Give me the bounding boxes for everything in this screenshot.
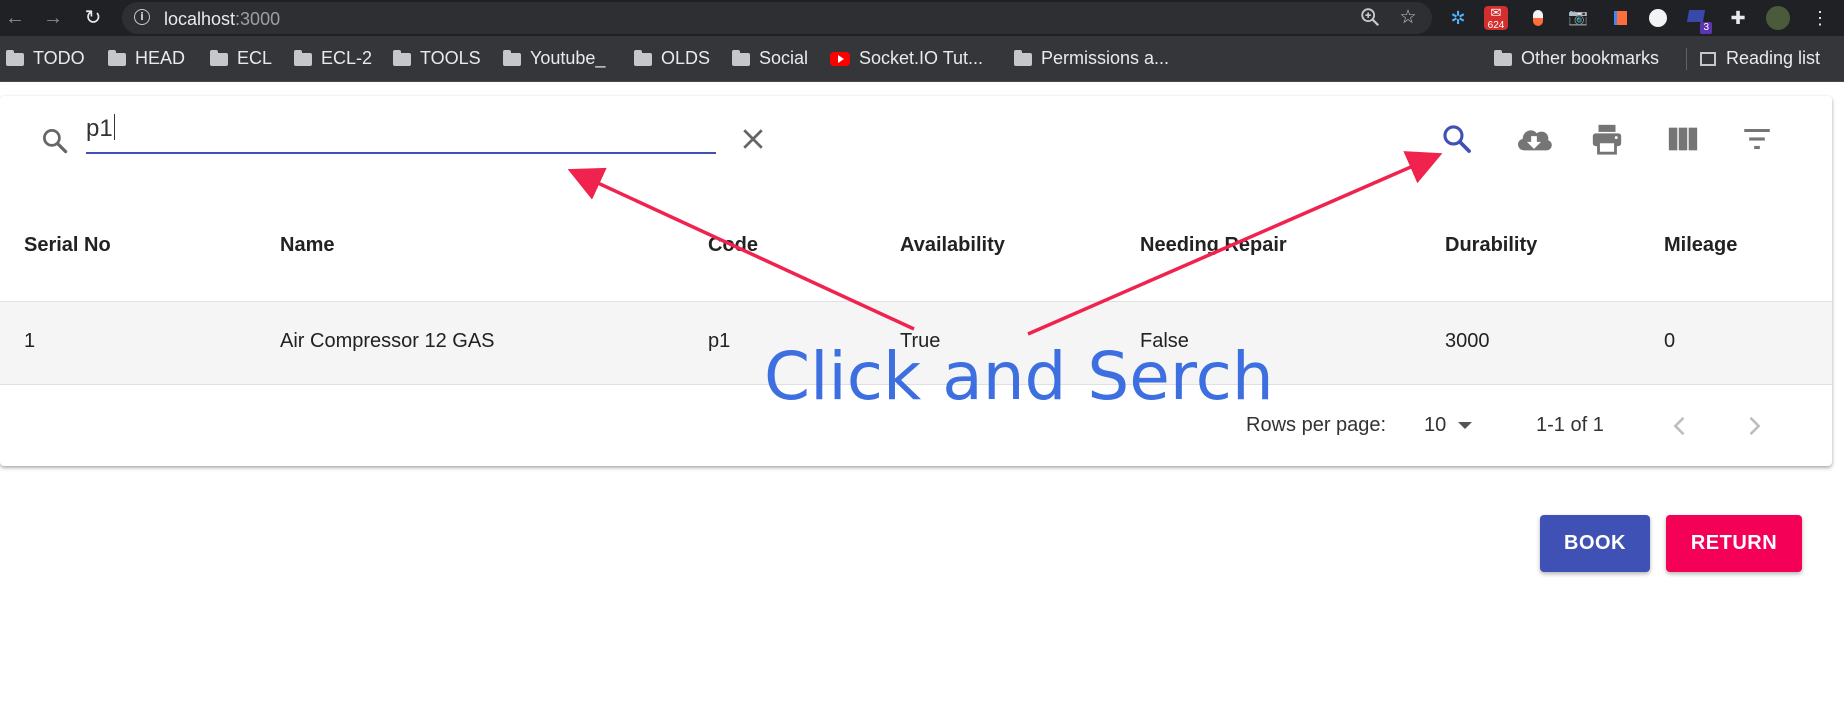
bookmarks-bar: TODO HEAD ECL ECL-2 TOOLS Youtube_ OLDS …: [0, 36, 1844, 82]
reading-list-label: Reading list: [1726, 48, 1821, 68]
bookmark-youtube[interactable]: Youtube_: [503, 48, 605, 70]
screenshot-icon[interactable]: 📷: [1566, 6, 1590, 30]
bookmark-ecl-2[interactable]: ECL-2: [294, 48, 372, 70]
bookmark-label: TOOLS: [420, 48, 481, 68]
reading-list[interactable]: Reading list: [1700, 48, 1820, 70]
zoom-icon[interactable]: [1358, 6, 1382, 30]
folder-icon: [210, 50, 228, 66]
menu-dots-icon[interactable]: ⋮: [1808, 6, 1832, 30]
extension-network-icon[interactable]: ✲: [1446, 6, 1470, 30]
print-icon[interactable]: [1590, 122, 1624, 156]
bookmark-head[interactable]: HEAD: [108, 48, 185, 70]
folder-icon: [294, 50, 312, 66]
annotation-text: Click and Serch: [764, 338, 1274, 415]
youtube-icon: [830, 52, 850, 66]
address-bar[interactable]: i localhost:3000 ☆: [122, 2, 1432, 34]
bookmark-label: HEAD: [135, 48, 186, 68]
profile-avatar[interactable]: [1766, 6, 1790, 30]
bookmark-label: Youtube_: [530, 48, 606, 68]
back-icon[interactable]: ←: [2, 5, 28, 31]
bookmark-label: Socket.IO Tut...: [859, 48, 984, 68]
puzzle-icon[interactable]: ✚: [1726, 6, 1750, 30]
extension-capsule-icon[interactable]: [1526, 6, 1550, 30]
url-host: localhost: [164, 9, 236, 29]
search-input[interactable]: p1: [86, 112, 716, 154]
column-header-mileage[interactable]: Mileage: [1664, 234, 1737, 257]
cell-serial-no: 1: [24, 330, 36, 352]
column-header-code[interactable]: Code: [708, 234, 758, 257]
forward-icon[interactable]: →: [40, 5, 66, 31]
extension-stack-icon[interactable]: 3: [1686, 6, 1712, 34]
folder-icon: [108, 50, 126, 66]
folder-icon: [732, 50, 750, 66]
filter-icon[interactable]: [1740, 122, 1774, 156]
search-toolbar-icon[interactable]: [1440, 122, 1474, 156]
column-header-serial-no[interactable]: Serial No: [24, 234, 111, 257]
bookmarks-divider: [1686, 48, 1687, 70]
column-header-needing-repair[interactable]: Needing Repair: [1140, 234, 1287, 257]
bookmark-ecl[interactable]: ECL: [210, 48, 272, 70]
bookmark-todo[interactable]: TODO: [6, 48, 85, 70]
cell-name: Air Compressor 12 GAS: [280, 330, 495, 352]
bookmark-olds[interactable]: OLDS: [634, 48, 710, 70]
clear-search-icon[interactable]: [738, 124, 768, 154]
bookmark-star-icon[interactable]: ☆: [1396, 6, 1420, 30]
reading-list-icon: [1700, 52, 1716, 66]
other-bookmarks-label: Other bookmarks: [1521, 48, 1660, 68]
return-button[interactable]: RETURN: [1666, 515, 1802, 572]
bookmark-social[interactable]: Social: [732, 48, 808, 70]
folder-icon: [1494, 50, 1512, 66]
column-header-durability[interactable]: Durability: [1445, 234, 1537, 257]
ext-badge: 3: [1700, 22, 1712, 34]
browser-toolbar: ← → ↻ i localhost:3000 ☆ ✲ ✉ 624 📷 3 ✚ ⋮: [0, 0, 1844, 36]
bookmark-label: ECL: [237, 48, 273, 68]
bookmark-permissions[interactable]: Permissions a...: [1014, 48, 1169, 70]
chevron-down-icon: [1458, 422, 1473, 429]
bookmark-tools[interactable]: TOOLS: [393, 48, 481, 70]
cell-mileage: 0: [1664, 330, 1676, 352]
download-cloud-icon[interactable]: [1514, 122, 1552, 156]
rows-per-page-label: Rows per page:: [1246, 414, 1387, 436]
other-bookmarks[interactable]: Other bookmarks: [1494, 48, 1659, 70]
search-value: p1: [86, 115, 113, 142]
extension-flag-icon[interactable]: [1606, 6, 1630, 30]
previous-page-icon[interactable]: [1666, 412, 1694, 440]
text-caret: [113, 114, 116, 140]
bookmark-label: Social: [759, 48, 809, 68]
bookmark-socketio[interactable]: Socket.IO Tut...: [830, 48, 983, 70]
rows-per-page-select[interactable]: 10: [1424, 414, 1473, 437]
next-page-icon[interactable]: [1740, 412, 1768, 440]
site-info-icon[interactable]: i: [134, 9, 150, 25]
bookmark-label: ECL-2: [321, 48, 373, 68]
bookmark-label: TODO: [33, 48, 85, 68]
mail-extension-icon[interactable]: ✉ 624: [1484, 6, 1508, 31]
bookmark-label: Permissions a...: [1041, 48, 1170, 68]
pagination-range: 1-1 of 1: [1536, 414, 1604, 436]
bookmark-label: OLDS: [661, 48, 711, 68]
clock-icon[interactable]: [1646, 6, 1670, 30]
book-button[interactable]: BOOK: [1540, 515, 1650, 572]
mail-badge: 624: [1487, 20, 1505, 31]
folder-icon: [634, 50, 652, 66]
url-port: :3000: [235, 9, 281, 29]
url-text[interactable]: localhost:3000: [164, 9, 280, 30]
column-header-name[interactable]: Name: [280, 234, 334, 257]
folder-icon: [6, 50, 24, 66]
column-header-availability[interactable]: Availability: [900, 234, 1005, 257]
folder-icon: [503, 50, 521, 66]
rows-per-page-value: 10: [1424, 414, 1447, 436]
search-icon: [40, 126, 70, 156]
columns-icon[interactable]: [1666, 122, 1700, 156]
cell-durability: 3000: [1445, 330, 1490, 352]
reload-icon[interactable]: ↻: [80, 5, 106, 31]
folder-icon: [1014, 50, 1032, 66]
folder-icon: [393, 50, 411, 66]
cell-code: p1: [708, 330, 731, 352]
